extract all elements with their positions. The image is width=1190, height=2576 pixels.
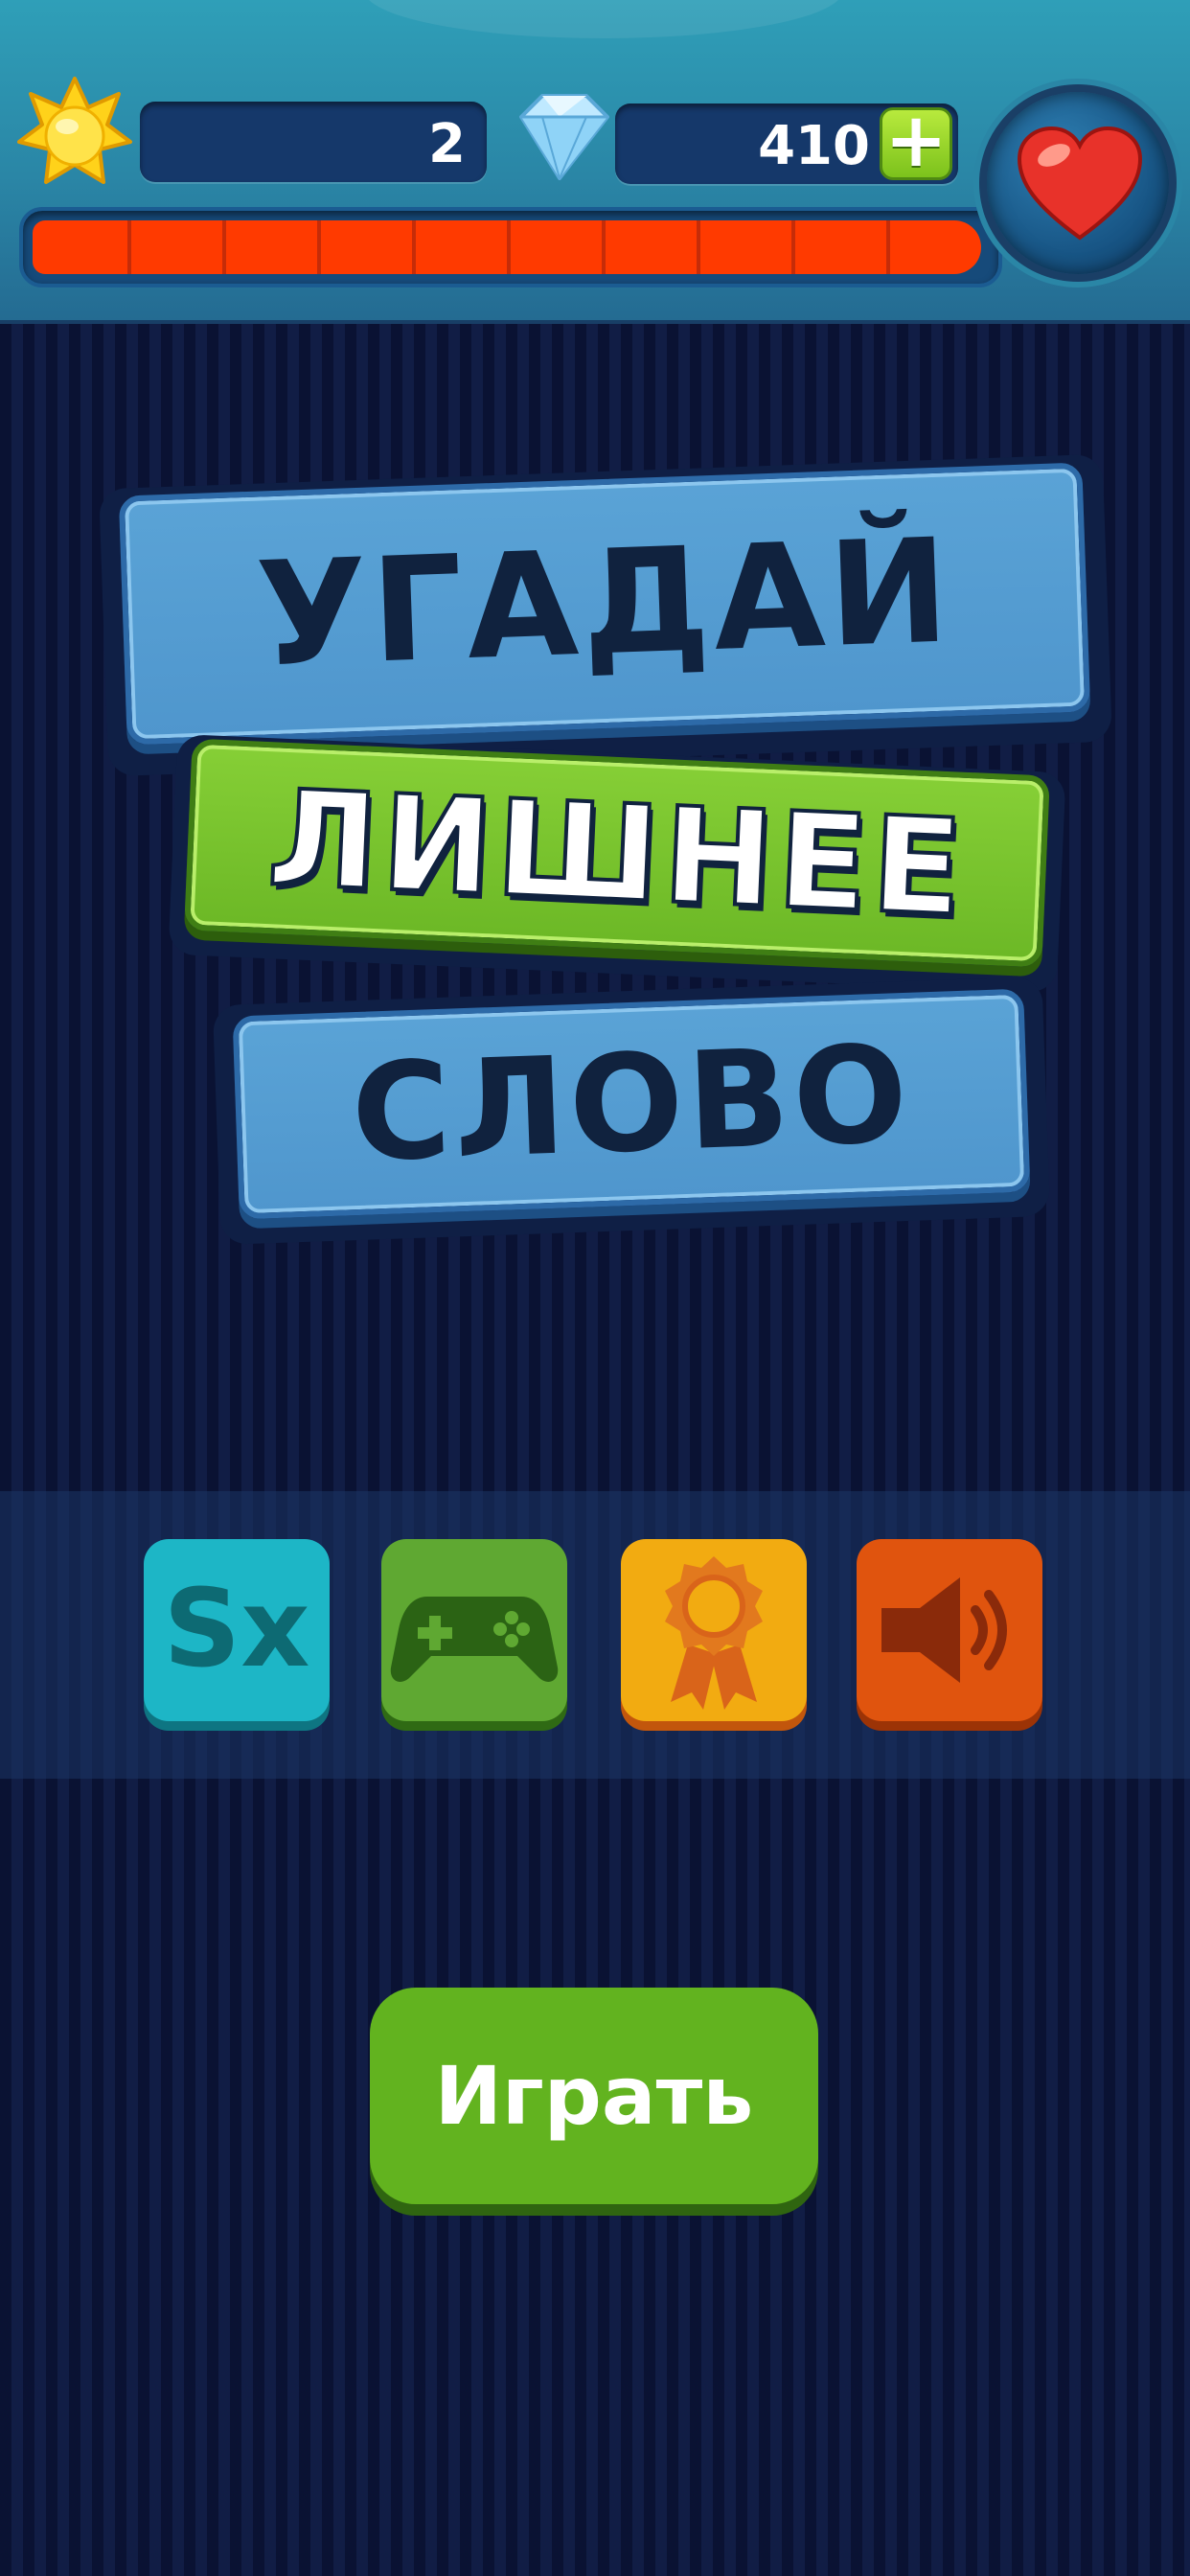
title-plank-2: ЛИШНЕЕ [184, 738, 1050, 968]
plus-icon: + [884, 97, 948, 184]
progress-segment-divider [412, 220, 416, 274]
star-icon [17, 77, 132, 184]
lives-progress-bar [19, 207, 1002, 288]
menu-strip: Sx [0, 1491, 1190, 1779]
progress-segment-divider [507, 220, 511, 274]
title-line-2: ЛИШНЕЕ [263, 759, 972, 948]
lives-progress-fill [33, 220, 981, 274]
progress-segment-divider [317, 220, 321, 274]
progress-segment-divider [602, 220, 606, 274]
progress-segment-divider [127, 220, 131, 274]
diamond-icon [519, 94, 609, 180]
game-title-logo: УГАДАЙ ЛИШНЕЕ СЛОВО [0, 441, 1190, 1303]
sx-apps-button[interactable]: Sx [144, 1539, 330, 1721]
title-line-1: УГАДАЙ [253, 508, 956, 700]
sound-toggle-button[interactable] [857, 1539, 1042, 1721]
award-ribbon-icon [665, 1556, 763, 1710]
title-plank-3: СЛОВО [232, 988, 1031, 1220]
speaker-icon [881, 1577, 1007, 1683]
progress-segment-divider [791, 220, 795, 274]
svg-text:Sx: Sx [164, 1567, 310, 1691]
level-value: 2 [428, 113, 466, 175]
achievements-button[interactable] [621, 1539, 807, 1721]
more-games-button[interactable] [381, 1539, 567, 1721]
gamepad-icon [390, 1597, 559, 1682]
gem-value: 410 [758, 115, 870, 177]
title-plank-1: УГАДАЙ [118, 462, 1091, 746]
gem-counter: 410 + [615, 104, 958, 184]
progress-segment-divider [886, 220, 890, 274]
play-button-label: Играть [434, 2049, 754, 2143]
sx-logo-icon: Sx [164, 1567, 310, 1691]
heart-icon [1017, 126, 1143, 241]
buy-gems-button[interactable]: + [880, 97, 952, 184]
top-hud: 2 410 + [0, 0, 1190, 324]
title-line-3: СЛОВО [349, 1016, 914, 1192]
lives-button[interactable] [979, 84, 1177, 282]
hud-glow [364, 0, 843, 38]
progress-segment-divider [697, 220, 700, 274]
play-button[interactable]: Играть [370, 1988, 818, 2204]
level-counter: 2 [140, 102, 487, 182]
progress-segment-divider [222, 220, 226, 274]
